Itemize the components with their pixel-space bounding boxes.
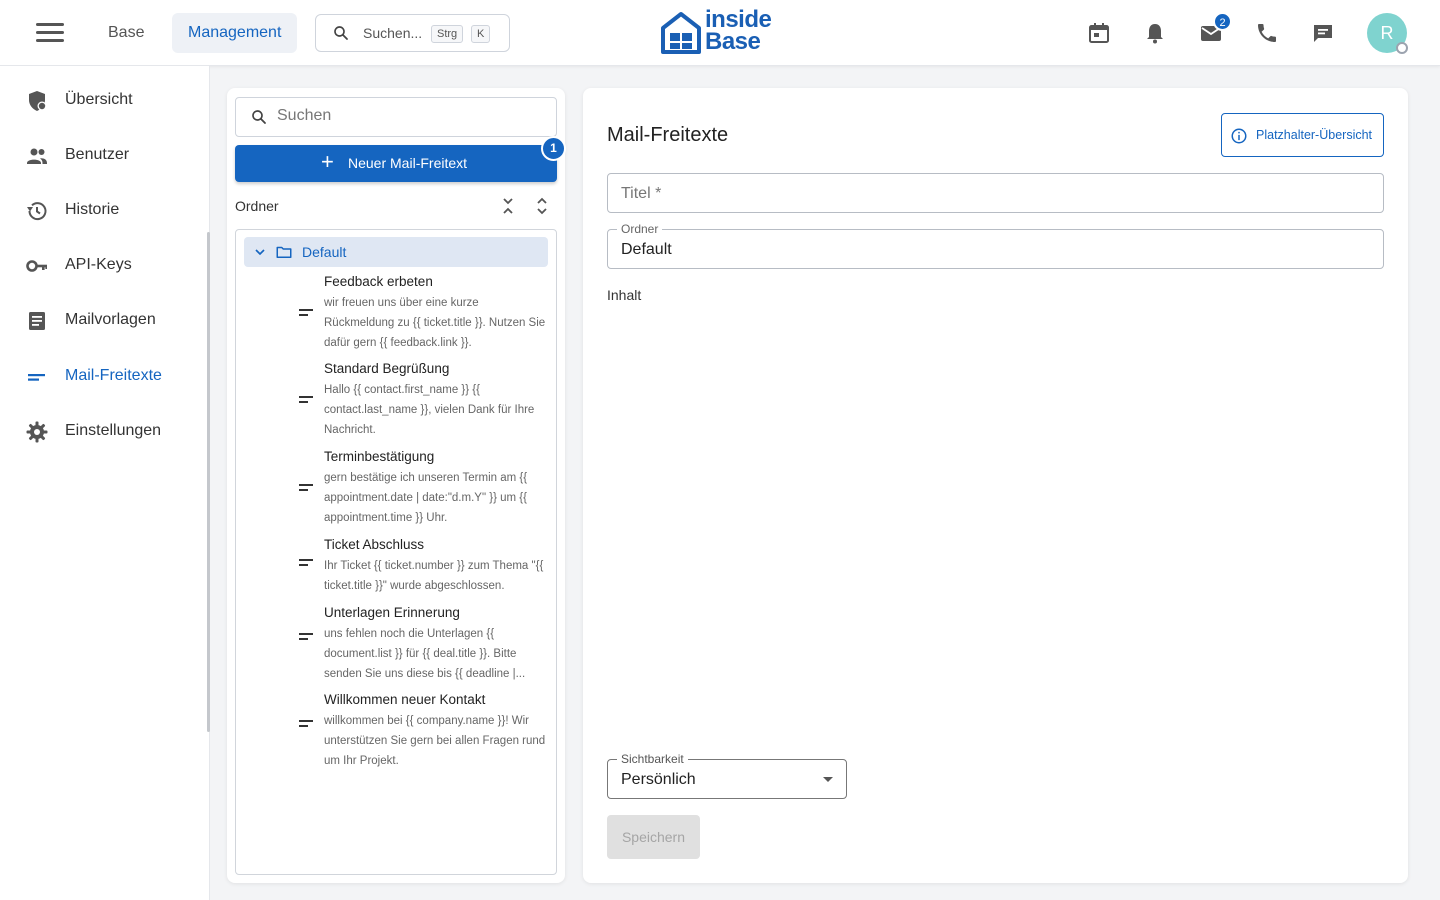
new-button-badge: 1 [541, 136, 566, 161]
ordner-field[interactable]: Ordner Default [607, 222, 1384, 269]
page-title: Mail-Freitexte [607, 124, 729, 146]
visibility-value: Persönlich [621, 771, 696, 788]
freitext-list-panel: + Neuer Mail-Freitext Ordner Default Fee… [227, 88, 565, 883]
ordner-label: Ordner [235, 198, 279, 214]
folder-default[interactable]: Default [244, 237, 548, 267]
bell-icon[interactable] [1143, 21, 1167, 45]
search-icon [250, 108, 268, 131]
tab-management[interactable]: Management [172, 13, 298, 53]
search-icon [332, 24, 350, 47]
inhalt-label: Inhalt [607, 287, 642, 303]
list-search[interactable] [235, 97, 557, 137]
sidebar-scrollbar[interactable] [207, 232, 210, 732]
entry-title: Willkommen neuer Kontakt [324, 692, 486, 707]
calendar-icon[interactable] [1087, 21, 1111, 45]
logo-text-base: Base [705, 28, 761, 55]
key-icon [25, 254, 49, 278]
entry-preview: willkommen bei {{ company.name }}! Wir u… [324, 715, 546, 767]
chat-icon[interactable] [1311, 21, 1335, 45]
sidebar-item-historie[interactable]: Historie [0, 189, 206, 233]
sidebar-item-label: Einstellungen [65, 422, 162, 439]
short-text-icon [299, 396, 313, 406]
placeholder-overview-label: Platzhalter-Übersicht [1256, 128, 1373, 142]
short-text-icon [299, 484, 313, 494]
save-button[interactable]: Speichern [607, 815, 700, 859]
list-item[interactable]: Terminbestätigung gern bestätige ich uns… [236, 449, 556, 529]
placeholder-overview-button[interactable]: Platzhalter-Übersicht [1221, 113, 1384, 157]
info-icon [1230, 127, 1248, 150]
folder-label: Default [302, 244, 347, 260]
mail-badge: 2 [1213, 12, 1232, 31]
entry-title: Unterlagen Erinnerung [324, 605, 460, 620]
people-icon [25, 144, 49, 168]
gear-icon [25, 420, 49, 444]
sidebar-item-label: API-Keys [65, 256, 132, 273]
sidebar-item-uebersicht[interactable]: Übersicht [0, 79, 206, 123]
list-item[interactable]: Feedback erbeten wir freuen uns über ein… [236, 274, 556, 354]
ordner-field-value: Default [621, 241, 672, 258]
entry-title: Terminbestätigung [324, 449, 435, 464]
sidebar-item-label: Historie [65, 201, 120, 218]
insidebase-logo[interactable]: inside Base [660, 8, 790, 59]
status-indicator [1396, 42, 1408, 54]
dropdown-arrow-icon [823, 777, 833, 782]
collapse-all-icon[interactable] [496, 194, 520, 218]
history-icon [25, 199, 49, 223]
shortcut-key-ctrl: Strg [431, 25, 464, 43]
menu-icon[interactable] [36, 23, 64, 43]
folder-icon [275, 243, 293, 266]
chevron-down-icon[interactable] [252, 244, 268, 265]
shield-icon [25, 89, 49, 113]
list-search-input[interactable] [277, 107, 537, 125]
top-header: Base Management Suchen... Strg K inside … [0, 0, 1440, 66]
sidebar: Übersicht Benutzer Historie API-Keys Mai… [0, 66, 210, 900]
visibility-legend: Sichtbarkeit [617, 752, 688, 766]
plus-icon: + [321, 149, 334, 174]
entry-title: Ticket Abschluss [324, 537, 425, 552]
ordner-field-legend: Ordner [617, 222, 663, 236]
sidebar-item-label: Mailvorlagen [65, 311, 156, 328]
entry-preview: uns fehlen noch die Unterlagen {{ docume… [324, 628, 526, 680]
sidebar-item-api-keys[interactable]: API-Keys [0, 244, 206, 288]
shortcut-key-k: K [471, 25, 491, 43]
sidebar-item-label: Mail-Freitexte [65, 367, 162, 384]
entry-title: Standard Begrüßung [324, 361, 450, 376]
list-item[interactable]: Ticket Abschluss Ihr Ticket {{ ticket.nu… [236, 537, 556, 597]
sidebar-item-mail-freitexte[interactable]: Mail-Freitexte [0, 355, 206, 399]
global-search-placeholder: Suchen... [363, 25, 423, 41]
entry-preview: gern bestätige ich unseren Termin am {{ … [324, 472, 528, 524]
expand-all-icon[interactable] [530, 194, 554, 218]
short-text-icon [299, 309, 313, 319]
entry-preview: Ihr Ticket {{ ticket.number }} zum Thema… [324, 560, 544, 592]
sidebar-item-benutzer[interactable]: Benutzer [0, 134, 206, 178]
global-search[interactable]: Suchen... Strg K [315, 14, 510, 52]
short-text-icon [299, 633, 313, 643]
title-field-placeholder: Titel * [621, 185, 662, 202]
freitext-editor-panel: Mail-Freitexte Platzhalter-Übersicht Tit… [583, 88, 1408, 883]
entry-preview: wir freuen uns über eine kurze Rückmeldu… [324, 297, 546, 349]
title-field[interactable]: Titel * [607, 173, 1384, 213]
short-text-icon [25, 365, 49, 389]
sidebar-item-label: Übersicht [65, 91, 133, 108]
new-freitext-button[interactable]: + Neuer Mail-Freitext [235, 145, 557, 182]
sidebar-item-label: Benutzer [65, 146, 130, 163]
short-text-icon [299, 559, 313, 569]
entry-preview: Hallo {{ contact.first_name }} {{ contac… [324, 384, 535, 436]
list-item[interactable]: Standard Begrüßung Hallo {{ contact.firs… [236, 361, 556, 441]
sidebar-item-einstellungen[interactable]: Einstellungen [0, 410, 206, 454]
tab-base[interactable]: Base [92, 13, 160, 53]
list-item[interactable]: Willkommen neuer Kontakt willkommen bei … [236, 692, 556, 772]
entry-title: Feedback erbeten [324, 274, 433, 289]
visibility-select[interactable]: Sichtbarkeit Persönlich [607, 752, 847, 799]
sidebar-item-mailvorlagen[interactable]: Mailvorlagen [0, 299, 206, 343]
document-icon [25, 309, 49, 333]
list-item[interactable]: Unterlagen Erinnerung uns fehlen noch di… [236, 605, 556, 685]
new-freitext-label: Neuer Mail-Freitext [348, 155, 468, 171]
folder-tree: Default Feedback erbeten wir freuen uns … [235, 229, 557, 875]
phone-icon[interactable] [1255, 21, 1279, 45]
short-text-icon [299, 720, 313, 730]
